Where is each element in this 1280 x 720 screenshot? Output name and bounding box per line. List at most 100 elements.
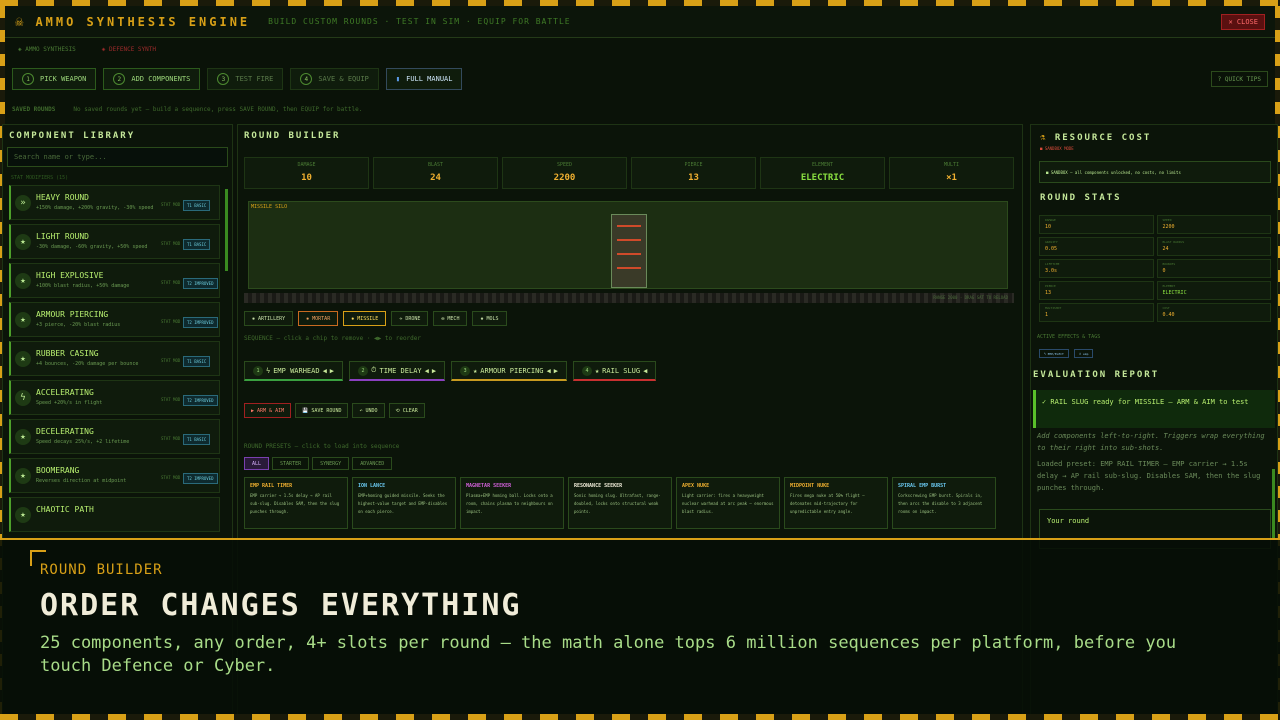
- component-name: BOOMERANG: [36, 466, 80, 475]
- chip-name: TIME DELAY: [379, 366, 422, 375]
- step-save-equip[interactable]: 4 SAVE & EQUIP: [290, 68, 379, 90]
- save-round-button[interactable]: 💾 SAVE ROUND: [295, 403, 349, 418]
- component-icon: ϟ: [15, 390, 31, 406]
- preset-card[interactable]: MAGNETAR SEEKER Plasma+EMP homing ball. L…: [460, 477, 564, 529]
- evaluation-loaded-preset: Loaded preset: EMP RAIL TIMER — EMP carr…: [1037, 460, 1261, 492]
- component-item[interactable]: ★ BOOMERANG Reverses direction at midpoint…: [9, 458, 220, 493]
- sequence-chip[interactable]: 1 ϟ EMP WARHEAD ◀ ▶: [244, 361, 344, 381]
- preset-card[interactable]: APEX NUKE Light carrier: fires a heavywei…: [676, 477, 780, 529]
- round-stat-label: DAMAGE: [1045, 218, 1056, 222]
- round-stat: GRAVITY 0.05: [1039, 237, 1154, 256]
- component-icon: ★: [15, 234, 31, 250]
- round-stat: ELEMENT ELECTRIC: [1156, 281, 1271, 300]
- component-item[interactable]: ★ DECELERATING Speed decays 25%/s, +2 life…: [9, 419, 220, 454]
- preset-card[interactable]: EMP RAIL TIMER EMP carrier → 1.5s delay →…: [244, 477, 348, 529]
- preset-name: RESONANCE SEEKER: [574, 483, 623, 489]
- caption-title: ORDER CHANGES EVERYTHING: [40, 588, 522, 623]
- platform-drone[interactable]: ✈ DRONE: [391, 311, 429, 326]
- preset-card[interactable]: MIDPOINT NUKE Fires mega nuke at 50% flig…: [784, 477, 888, 529]
- range-ground-strip: RANGE 2000 · DRAG SAT TO RELOAD: [244, 293, 1014, 303]
- stat-value: 2200: [553, 173, 576, 183]
- component-desc: +100% blast radius, +50% damage: [36, 283, 130, 289]
- preset-card[interactable]: SPIRAL EMP BURST Corkscrewing EMP burst. …: [892, 477, 996, 529]
- platform-missile[interactable]: ✸ MISSILE: [343, 311, 387, 326]
- quick-tips-button[interactable]: ? QUICK TIPS: [1210, 71, 1268, 87]
- sequence-chip[interactable]: 4 ★ RAIL SLUG ◀: [572, 361, 657, 381]
- move-right-icon[interactable]: ▶: [432, 367, 436, 375]
- component-item[interactable]: ★ RUBBER CASING +4 bounces, -20% damage pe…: [9, 341, 220, 376]
- your-round-title: Your round: [1047, 517, 1090, 525]
- presets-hint: ROUND PRESETS — click to load into seque…: [244, 443, 400, 450]
- tab-defence-synth[interactable]: ◈ DEFENCE SYNTH: [102, 46, 156, 53]
- preset-desc: EMP carrier → 1.5s delay → AP rail sub-s…: [250, 493, 340, 514]
- stat-label: SPEED: [556, 162, 573, 168]
- full-manual-button[interactable]: ▮ FULL MANUAL: [385, 68, 463, 90]
- preset-desc: EMP+homing guided missile. Seeks the hig…: [358, 493, 448, 514]
- move-right-icon[interactable]: ▶: [554, 367, 558, 375]
- resource-cost-label: RESOURCE COST: [1054, 133, 1152, 143]
- saved-rounds-text: No saved rounds yet — build a sequence, …: [73, 106, 363, 113]
- clear-button[interactable]: ⟲ CLEAR: [388, 403, 425, 418]
- arm-aim-button[interactable]: ▶ ARM & AIM: [244, 403, 292, 418]
- tab-ammo-synthesis[interactable]: ◈ AMMO SYNTHESIS: [18, 46, 76, 53]
- undo-button[interactable]: ↶ UNDO: [352, 403, 385, 418]
- step-add-components[interactable]: 2 ADD COMPONENTS: [103, 68, 201, 90]
- component-icon: ★: [15, 429, 31, 445]
- round-stat-label: COST: [1162, 306, 1170, 310]
- preset-desc: Sonic homing slug. Ultrafast, range-doub…: [574, 493, 661, 514]
- sequence-chip[interactable]: 2 ⏱ TIME DELAY ◀ ▶: [349, 361, 446, 381]
- platform-artillery[interactable]: ✸ ARTILLERY: [244, 311, 294, 326]
- platform-mols[interactable]: ✸ MOLS: [472, 311, 507, 326]
- stat-label: DAMAGE: [297, 162, 316, 168]
- move-right-icon[interactable]: ▶: [330, 367, 334, 375]
- component-item[interactable]: ★ LIGHT ROUND -30% damage, -60% gravity, +…: [9, 224, 220, 259]
- caption-body: 25 components, any order, 4+ slots per r…: [40, 633, 1177, 676]
- tab-synergy[interactable]: SYNERGY: [312, 457, 350, 470]
- workflow-steps: 1 PICK WEAPON 2 ADD COMPONENTS 3 TEST FIRE …: [12, 68, 1268, 90]
- component-type: STAT MOD: [161, 280, 181, 285]
- tab-all[interactable]: ALL: [244, 457, 270, 470]
- preset-desc: Fires mega nuke at 50% flight — detonate…: [790, 493, 865, 514]
- component-icon: ★: [15, 312, 31, 328]
- component-item[interactable]: » HEAVY ROUND +150% damage, +200% gravity,…: [9, 185, 220, 220]
- step-test-fire[interactable]: 3 TEST FIRE: [207, 68, 284, 90]
- hazard-stripe-bottom: [0, 714, 1280, 720]
- effect-tag: ⏱ emp: [1073, 349, 1094, 358]
- library-scrollbar[interactable]: [225, 189, 228, 271]
- missile-sprite: [611, 214, 647, 288]
- chip-emp-icon: ϟ: [266, 366, 271, 375]
- component-search-input[interactable]: Search name or type...: [7, 147, 228, 167]
- preset-name: EMP RAIL TIMER: [250, 483, 293, 489]
- preset-card[interactable]: RESONANCE SEEKER Sonic homing slug. Ultra…: [568, 477, 672, 529]
- preset-name: SPIRAL EMP BURST: [898, 483, 947, 489]
- tab-advanced[interactable]: ADVANCED: [352, 457, 393, 470]
- step-label: PICK WEAPON: [40, 75, 87, 83]
- component-item[interactable]: ★ CHAOTIC PATH: [9, 497, 220, 532]
- component-icon: ★: [15, 273, 31, 289]
- step-pick-weapon[interactable]: 1 PICK WEAPON: [12, 68, 97, 90]
- platform-mech[interactable]: ✠ MECH: [433, 311, 468, 326]
- preset-card[interactable]: ION LANCE EMP+homing guided missile. Seek…: [352, 477, 456, 529]
- round-stat-label: MULTISHOT: [1045, 306, 1062, 310]
- evaluation-scrollbar[interactable]: [1272, 469, 1275, 539]
- stat-multi: MULTI ×1: [889, 157, 1014, 189]
- move-left-icon[interactable]: ◀: [643, 367, 647, 375]
- app-title: AMMO SYNTHESIS ENGINE: [35, 14, 251, 29]
- missile-band: [617, 225, 641, 227]
- platform-mortar[interactable]: ✸ MORTAR: [298, 311, 339, 326]
- stat-label: BLAST: [427, 162, 444, 168]
- component-item[interactable]: ϟ ACCELERATING Speed +20%/s in flight STAT …: [9, 380, 220, 415]
- round-stat: PIERCE 13: [1039, 281, 1154, 300]
- stat-label: MULTI: [943, 162, 960, 168]
- component-item[interactable]: ★ HIGH EXPLOSIVE +100% blast radius, +50% …: [9, 263, 220, 298]
- component-item[interactable]: ★ ARMOUR PIERCING +3 pierce, -20% blast ra…: [9, 302, 220, 337]
- tier-badge: T2 IMPROVED: [183, 278, 218, 289]
- move-left-icon[interactable]: ◀: [323, 367, 327, 375]
- tab-starter[interactable]: STARTER: [272, 457, 310, 470]
- tier-badge: T2 IMPROVED: [183, 473, 218, 484]
- move-left-icon[interactable]: ◀: [425, 367, 429, 375]
- chip-star-icon: ★: [594, 366, 600, 375]
- move-left-icon[interactable]: ◀: [547, 367, 551, 375]
- sequence-chip[interactable]: 3 ★ ARMOUR PIERCING ◀ ▶: [451, 361, 567, 381]
- close-button[interactable]: ✕ CLOSE: [1221, 13, 1265, 30]
